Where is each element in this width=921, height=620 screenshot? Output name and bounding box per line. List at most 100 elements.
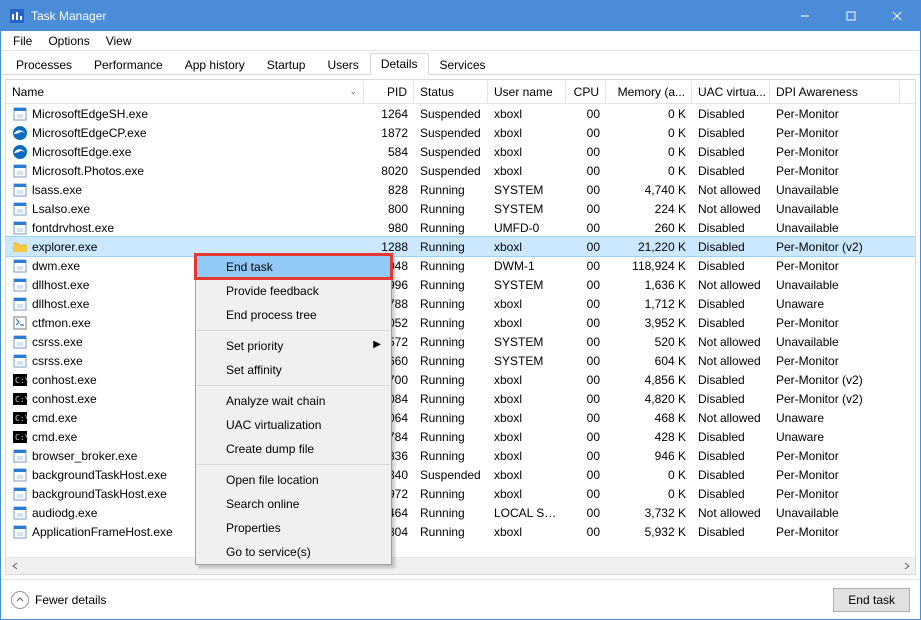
col-name[interactable]: Name⌄ bbox=[6, 81, 364, 103]
tab-services[interactable]: Services bbox=[429, 54, 497, 75]
table-row[interactable]: explorer.exe1288Runningxboxl0021,220 KDi… bbox=[6, 237, 915, 256]
cell-mem: 0 K bbox=[606, 106, 692, 122]
table-row[interactable]: MicrosoftEdgeCP.exe1872Suspendedxboxl000… bbox=[6, 123, 915, 142]
context-menu-item[interactable]: End process tree bbox=[196, 303, 391, 327]
table-row[interactable]: csrss.exe660RunningSYSTEM00604 KNot allo… bbox=[6, 351, 915, 370]
menu-view[interactable]: View bbox=[98, 32, 140, 50]
table-row[interactable]: backgroundTaskHost.exe6840Suspendedxboxl… bbox=[6, 465, 915, 484]
menu-options[interactable]: Options bbox=[40, 32, 97, 50]
cell-uac: Disabled bbox=[692, 220, 770, 236]
tab-app-history[interactable]: App history bbox=[174, 54, 256, 75]
col-cpu[interactable]: CPU bbox=[566, 81, 606, 103]
table-body[interactable]: MicrosoftEdgeSH.exe1264Suspendedxboxl000… bbox=[6, 104, 915, 557]
context-menu-item[interactable]: Search online bbox=[196, 492, 391, 516]
table-row[interactable]: dwm.exe1048RunningDWM-100118,924 KDisabl… bbox=[6, 256, 915, 275]
context-menu[interactable]: End taskProvide feedbackEnd process tree… bbox=[195, 254, 392, 565]
context-menu-separator bbox=[197, 385, 390, 386]
process-name: csrss.exe bbox=[32, 335, 83, 349]
close-button[interactable] bbox=[874, 1, 920, 31]
tab-performance[interactable]: Performance bbox=[83, 54, 174, 75]
cell-uac: Disabled bbox=[692, 125, 770, 141]
process-name: MicrosoftEdgeSH.exe bbox=[32, 107, 148, 121]
scroll-right-button[interactable] bbox=[898, 558, 915, 575]
table-row[interactable]: backgroundTaskHost.exe4972Runningxboxl00… bbox=[6, 484, 915, 503]
table-row[interactable]: Microsoft.Photos.exe8020Suspendedxboxl00… bbox=[6, 161, 915, 180]
table-row[interactable]: fontdrvhost.exe980RunningUMFD-000260 KDi… bbox=[6, 218, 915, 237]
col-mem[interactable]: Memory (a... bbox=[606, 81, 692, 103]
cell-uac: Disabled bbox=[692, 391, 770, 407]
minimize-button[interactable] bbox=[782, 1, 828, 31]
cell-user: SYSTEM bbox=[488, 353, 566, 369]
cell-uac: Disabled bbox=[692, 106, 770, 122]
cell-cpu: 00 bbox=[566, 258, 606, 274]
table-row[interactable]: C:\conhost.exe700Runningxboxl004,856 KDi… bbox=[6, 370, 915, 389]
titlebar[interactable]: Task Manager bbox=[1, 1, 920, 31]
scroll-left-button[interactable] bbox=[6, 558, 23, 575]
cell-uac: Disabled bbox=[692, 144, 770, 160]
table-row[interactable]: dllhost.exe5996RunningSYSTEM001,636 KNot… bbox=[6, 275, 915, 294]
cell-uac: Disabled bbox=[692, 372, 770, 388]
table-row[interactable]: audiodg.exe4464RunningLOCAL SE...003,732… bbox=[6, 503, 915, 522]
context-menu-item[interactable]: Go to service(s) bbox=[196, 540, 391, 564]
table-row[interactable]: C:\conhost.exe10084Runningxboxl004,820 K… bbox=[6, 389, 915, 408]
table-row[interactable]: C:\cmd.exe2064Runningxboxl00468 KNot all… bbox=[6, 408, 915, 427]
col-status[interactable]: Status bbox=[414, 81, 488, 103]
cell-uac: Disabled bbox=[692, 448, 770, 464]
col-dpi[interactable]: DPI Awareness bbox=[770, 81, 900, 103]
cell-dpi: Unaware bbox=[770, 410, 900, 426]
context-menu-item[interactable]: End task bbox=[196, 255, 391, 279]
context-menu-item[interactable]: Open file location bbox=[196, 468, 391, 492]
task-manager-window: Task Manager File Options View Processes… bbox=[0, 0, 921, 620]
cell-user: xboxl bbox=[488, 372, 566, 388]
cell-dpi: Unavailable bbox=[770, 277, 900, 293]
tab-processes[interactable]: Processes bbox=[5, 54, 83, 75]
tab-startup[interactable]: Startup bbox=[256, 54, 317, 75]
process-icon: C:\ bbox=[12, 372, 28, 388]
tab-users[interactable]: Users bbox=[316, 54, 369, 75]
table-row[interactable]: C:\cmd.exe2784Runningxboxl00428 KDisable… bbox=[6, 427, 915, 446]
menu-file[interactable]: File bbox=[5, 32, 40, 50]
table-row[interactable]: ctfmon.exe6052Runningxboxl003,952 KDisab… bbox=[6, 313, 915, 332]
cell-dpi: Unavailable bbox=[770, 201, 900, 217]
col-pid[interactable]: PID bbox=[364, 81, 414, 103]
end-task-button[interactable]: End task bbox=[833, 588, 910, 612]
process-icon bbox=[12, 277, 28, 293]
table-row[interactable]: browser_broker.exe10836Runningxboxl00946… bbox=[6, 446, 915, 465]
table-row[interactable]: MicrosoftEdge.exe584Suspendedxboxl000 KD… bbox=[6, 142, 915, 161]
context-menu-item[interactable]: Set priority▶ bbox=[196, 334, 391, 358]
cell-user: xboxl bbox=[488, 239, 566, 255]
table-row[interactable]: csrss.exe572RunningSYSTEM00520 KNot allo… bbox=[6, 332, 915, 351]
table-row[interactable]: lsass.exe828RunningSYSTEM004,740 KNot al… bbox=[6, 180, 915, 199]
cell-pid: 800 bbox=[364, 201, 414, 217]
horizontal-scrollbar[interactable] bbox=[6, 557, 915, 574]
context-menu-item[interactable]: Create dump file bbox=[196, 437, 391, 461]
cell-mem: 0 K bbox=[606, 144, 692, 160]
table-row[interactable]: ApplicationFrameHost.exe7804Runningxboxl… bbox=[6, 522, 915, 541]
cell-uac: Disabled bbox=[692, 429, 770, 445]
context-menu-item[interactable]: Analyze wait chain bbox=[196, 389, 391, 413]
maximize-button[interactable] bbox=[828, 1, 874, 31]
cell-mem: 260 K bbox=[606, 220, 692, 236]
cell-mem: 604 K bbox=[606, 353, 692, 369]
fewer-details-button[interactable]: Fewer details bbox=[11, 591, 106, 609]
process-icon bbox=[12, 163, 28, 179]
cell-cpu: 00 bbox=[566, 239, 606, 255]
cell-pid: 1288 bbox=[364, 239, 414, 255]
context-menu-item[interactable]: Set affinity bbox=[196, 358, 391, 382]
col-uac[interactable]: UAC virtua... bbox=[692, 81, 770, 103]
col-user[interactable]: User name bbox=[488, 81, 566, 103]
cell-dpi: Per-Monitor bbox=[770, 448, 900, 464]
context-menu-item[interactable]: Provide feedback bbox=[196, 279, 391, 303]
table-row[interactable]: dllhost.exe9788Runningxboxl001,712 KDisa… bbox=[6, 294, 915, 313]
table-row[interactable]: MicrosoftEdgeSH.exe1264Suspendedxboxl000… bbox=[6, 104, 915, 123]
context-menu-item[interactable]: UAC virtualization bbox=[196, 413, 391, 437]
process-icon bbox=[12, 182, 28, 198]
tab-details[interactable]: Details bbox=[370, 53, 429, 75]
cell-dpi: Per-Monitor bbox=[770, 353, 900, 369]
context-menu-item[interactable]: Properties bbox=[196, 516, 391, 540]
cell-status: Suspended bbox=[414, 144, 488, 160]
cell-cpu: 00 bbox=[566, 486, 606, 502]
cell-dpi: Per-Monitor (v2) bbox=[770, 391, 900, 407]
cell-status: Running bbox=[414, 410, 488, 426]
table-row[interactable]: LsaIso.exe800RunningSYSTEM00224 KNot all… bbox=[6, 199, 915, 218]
